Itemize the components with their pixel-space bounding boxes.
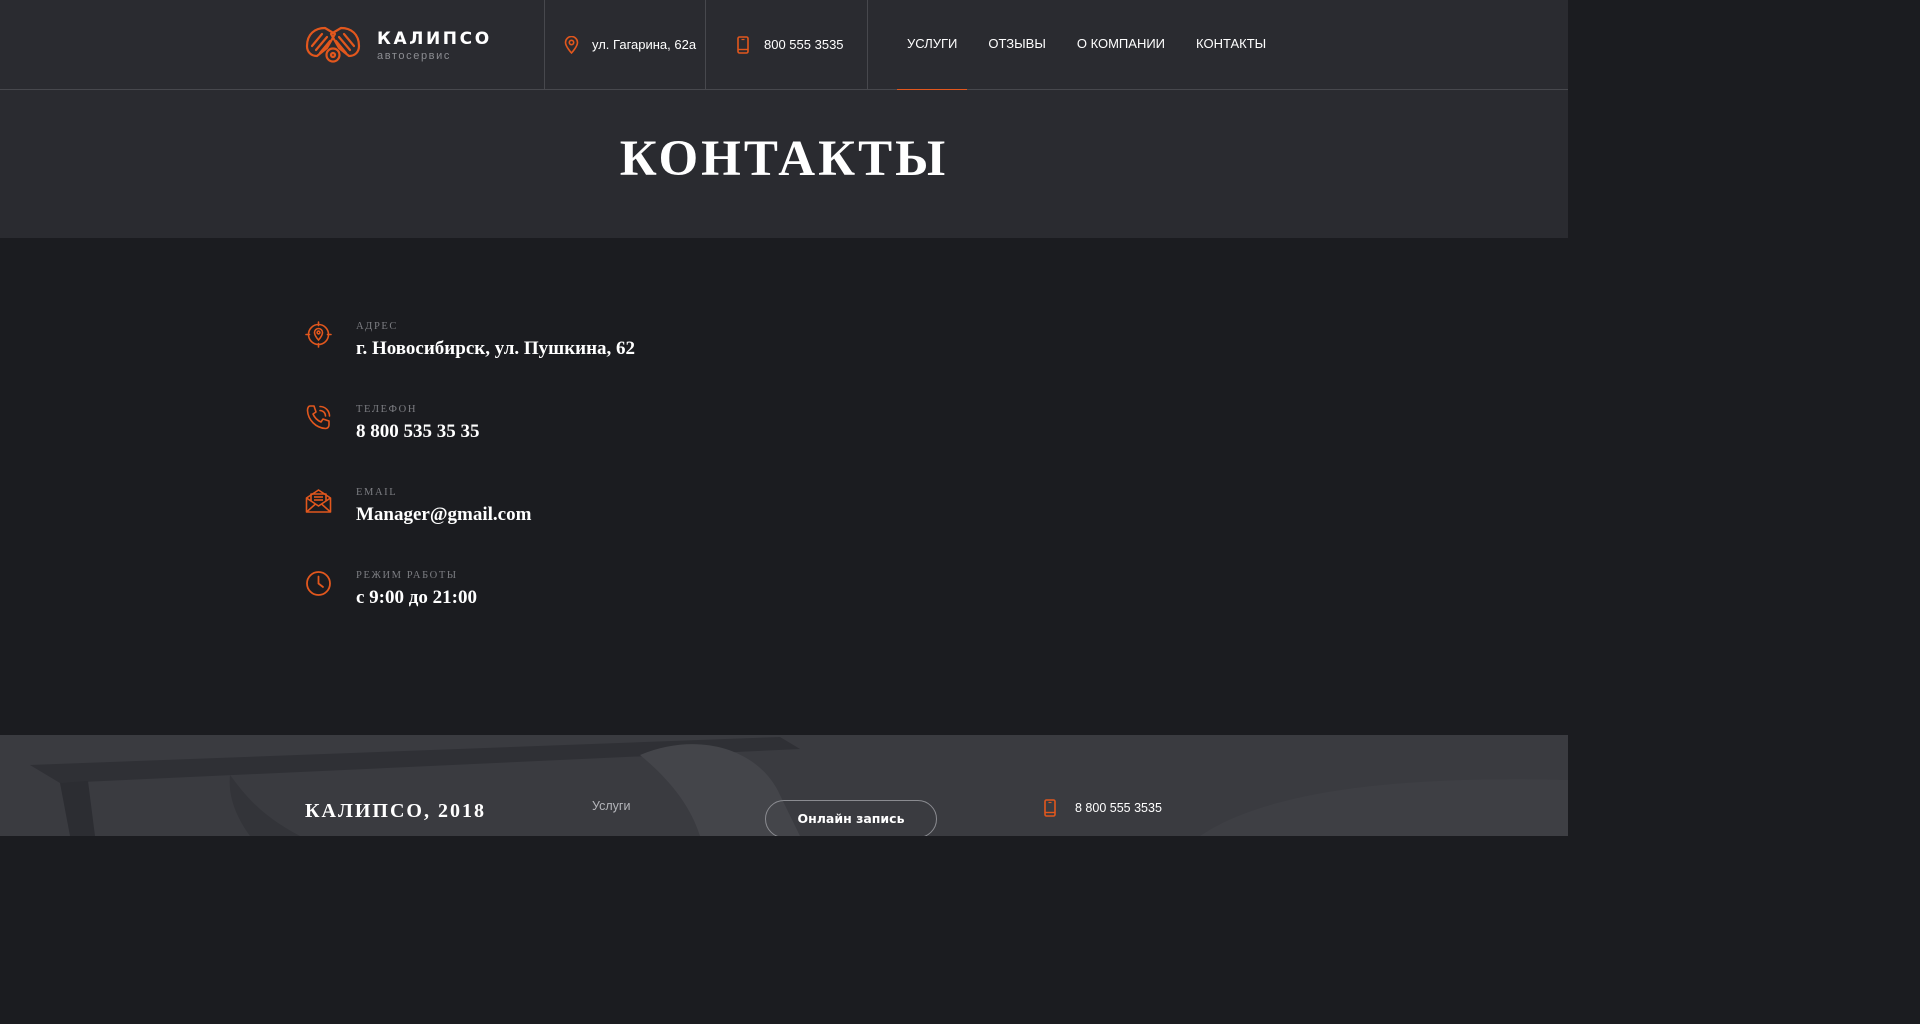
header-phone-text[interactable]: 800 555 3535 xyxy=(764,37,844,52)
nav-item-about[interactable]: О КОМПАНИИ xyxy=(1067,0,1175,90)
contact-label: ТЕЛЕФОН xyxy=(356,404,418,415)
footer-link-services[interactable]: Услуги xyxy=(592,799,630,813)
contact-phone: ТЕЛЕФОН 8 800 535 35 35 xyxy=(305,404,905,464)
header-address-text: ул. Гагарина, 62а xyxy=(592,37,697,52)
main-nav: УСЛУГИ ОТЗЫВЫ О КОМПАНИИ КОНТАКТЫ xyxy=(897,0,1287,91)
contact-value[interactable]: 8 800 535 35 35 xyxy=(356,421,480,443)
nav-item-services[interactable]: УСЛУГИ xyxy=(897,0,968,91)
site-footer: КАЛИПСО, 2018 Услуги Онлайн запись 8 800… xyxy=(0,735,1568,836)
logo-icon xyxy=(305,26,361,63)
contact-label: РЕЖИМ РАБОТЫ xyxy=(356,570,458,581)
phone-call-icon xyxy=(306,405,331,430)
header-divider xyxy=(867,0,868,89)
mobile-phone-icon xyxy=(1044,799,1056,817)
page-title: КОНТАКТЫ xyxy=(619,131,949,187)
contact-label: EMAIL xyxy=(356,487,398,498)
contact-email: EMAIL Manager@gmail.com xyxy=(305,487,905,547)
title-banner: КОНТАКТЫ xyxy=(0,90,1568,238)
contact-value: г. Новосибирск, ул. Пушкина, 62 xyxy=(356,338,636,359)
clock-icon xyxy=(306,571,331,596)
contact-value[interactable]: Manager@gmail.com xyxy=(356,504,531,526)
nav-item-reviews[interactable]: ОТЗЫВЫ xyxy=(978,0,1055,90)
location-target-icon xyxy=(305,321,332,348)
contact-value: с 9:00 до 21:00 xyxy=(356,587,477,608)
contact-hours: РЕЖИМ РАБОТЫ с 9:00 до 21:00 xyxy=(305,570,905,630)
header-phone[interactable]: 800 555 3535 xyxy=(737,0,844,89)
mobile-phone-icon xyxy=(737,35,749,54)
contact-label: АДРЕС xyxy=(356,321,399,332)
header-divider xyxy=(705,0,706,89)
footer-brand: КАЛИПСО, 2018 xyxy=(305,800,486,822)
site-header: КАЛИПСО автосервис ул. Гагарина, 62а 800… xyxy=(0,0,1568,91)
footer-phone[interactable]: 8 800 555 3535 xyxy=(1044,799,1162,817)
envelope-icon xyxy=(305,489,332,513)
contact-address: АДРЕС г. Новосибирск, ул. Пушкина, 62 xyxy=(305,321,905,381)
contacts-section: АДРЕС г. Новосибирск, ул. Пушкина, 62 ТЕ… xyxy=(0,238,1568,735)
logo-title: КАЛИПСО xyxy=(377,29,492,49)
header-divider xyxy=(544,0,545,89)
header-address: ул. Гагарина, 62а xyxy=(564,0,696,89)
footer-phone-text[interactable]: 8 800 555 3535 xyxy=(1075,801,1162,815)
map-pin-icon xyxy=(564,35,579,54)
logo-tagline: автосервис xyxy=(377,50,451,62)
online-booking-button[interactable]: Онлайн запись xyxy=(765,800,937,836)
logo-link[interactable]: КАЛИПСО автосервис xyxy=(305,25,505,65)
nav-item-contacts[interactable]: КОНТАКТЫ xyxy=(1186,0,1276,90)
